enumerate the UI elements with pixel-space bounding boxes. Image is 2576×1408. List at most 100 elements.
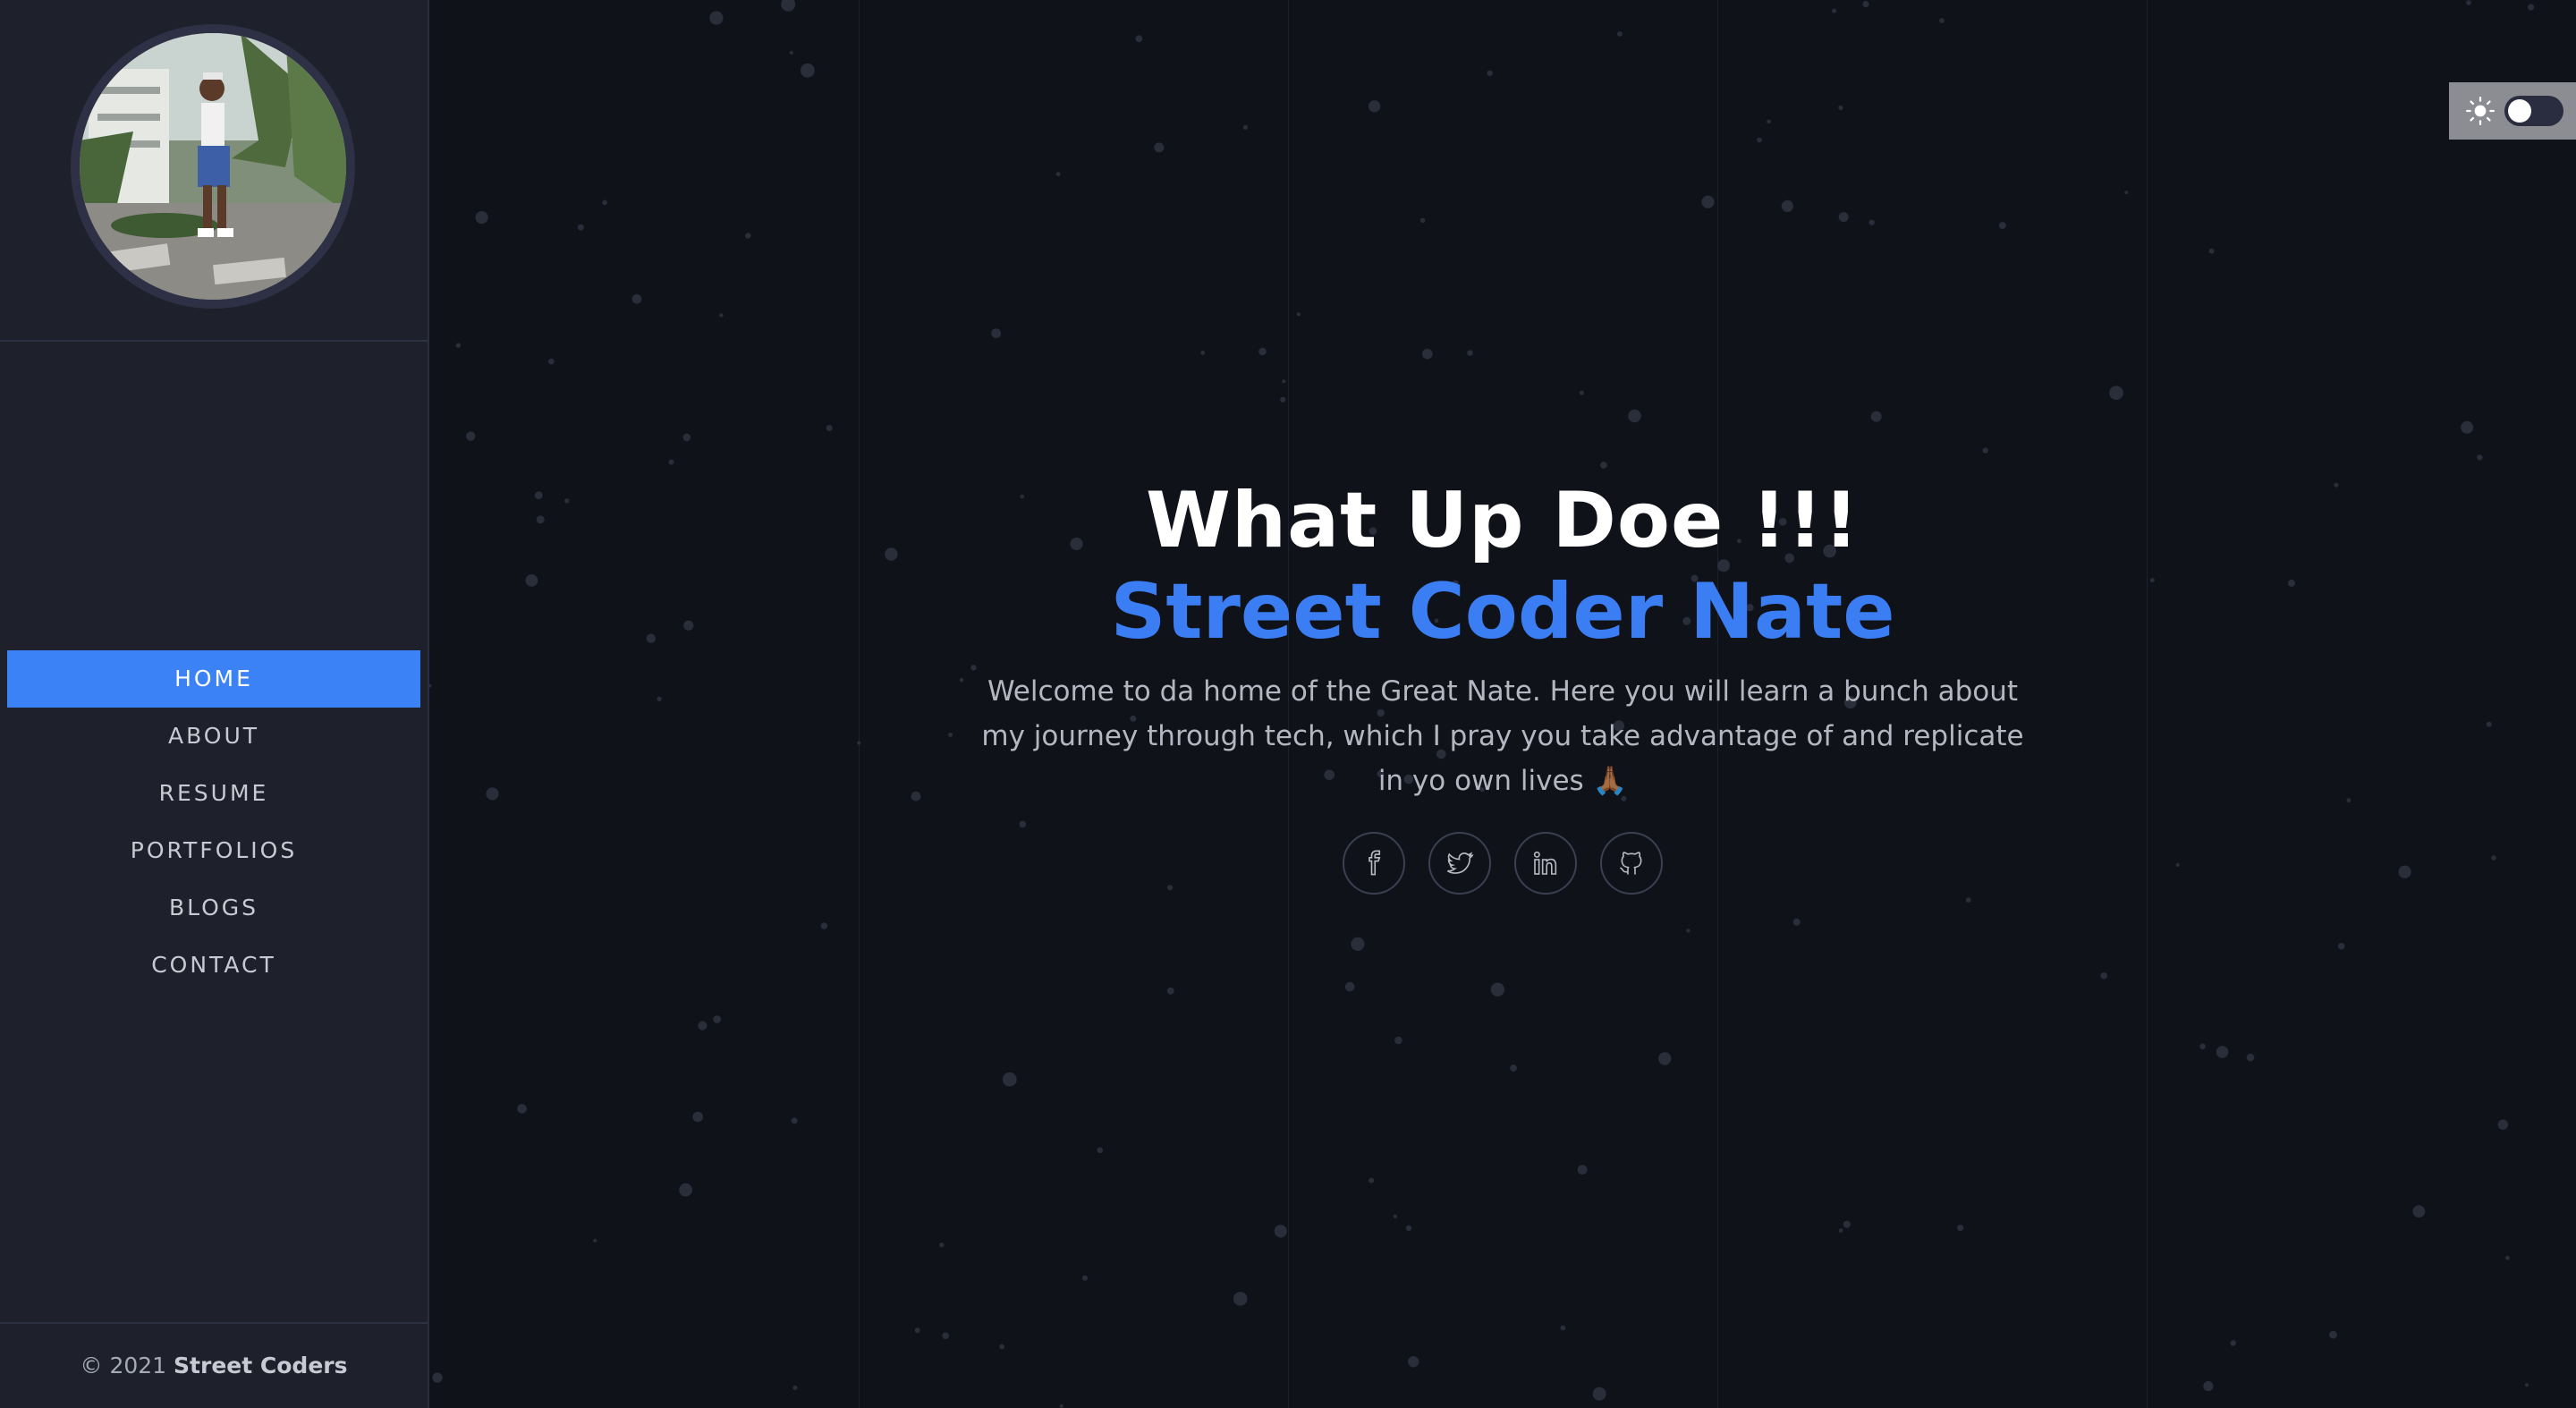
particle-dot (1510, 1064, 1517, 1072)
particle-dot (1154, 142, 1165, 153)
particle-dot (1166, 987, 1174, 995)
particle-dot (1843, 1220, 1851, 1228)
particle-dot (682, 433, 691, 442)
particle-dot (2466, 0, 2471, 5)
particle-dot (1792, 918, 1801, 926)
linkedin-link[interactable] (1514, 832, 1577, 895)
particle-dot (2329, 1330, 2337, 1339)
avatar (71, 24, 355, 309)
particle-dot (1351, 937, 1365, 951)
particle-dot (1368, 100, 1381, 113)
particle-dot (1422, 348, 1433, 360)
sidebar-footer: © 2021 Street Coders (0, 1322, 428, 1408)
particle-dot (631, 293, 642, 304)
footer-brand-link[interactable]: Street Coders (174, 1353, 347, 1378)
particle-dot (1686, 929, 1690, 933)
particle-dot (1757, 137, 1762, 143)
facebook-link[interactable] (1343, 832, 1405, 895)
avatar-section (0, 0, 428, 342)
particle-dot (679, 1183, 692, 1197)
social-links (429, 832, 2576, 895)
sun-icon[interactable] (2465, 96, 2496, 126)
particle-dot (1939, 18, 1945, 23)
particle-dot (475, 211, 488, 225)
particle-dot (792, 1385, 798, 1390)
particle-dot (2497, 1119, 2509, 1130)
particle-dot (1097, 1147, 1104, 1154)
particle-dot (577, 224, 584, 231)
particle-dot (1394, 1036, 1402, 1045)
particle-dot (2203, 1381, 2214, 1392)
particle-dot (2477, 454, 2483, 461)
nav-item-home[interactable]: Home (7, 650, 420, 708)
particle-dot (2230, 1340, 2236, 1346)
particle-dot (1628, 409, 1641, 423)
particle-dot (1998, 222, 2006, 230)
nav-item-about[interactable]: About (7, 708, 420, 765)
particle-dot (1082, 1275, 1088, 1281)
particle-dot (2124, 191, 2129, 195)
particle-dot (801, 63, 815, 78)
github-link[interactable] (1600, 832, 1663, 895)
linkedin-icon (1533, 851, 1557, 875)
particle-dot (1274, 1225, 1287, 1238)
particle-dot (692, 1111, 703, 1123)
particle-dot (2337, 942, 2345, 950)
particle-dot (1592, 1387, 1606, 1401)
particle-dot (2412, 1205, 2426, 1218)
copyright-text: © 2021 (80, 1353, 167, 1378)
particle-dot (2246, 1053, 2255, 1062)
particle-dot (2216, 1046, 2229, 1058)
nav-item-blogs[interactable]: Blogs (7, 879, 420, 937)
particle-dot (789, 50, 793, 55)
particle-dot (1393, 1214, 1398, 1219)
particle-dot (1870, 411, 1882, 422)
particle-dot (1487, 70, 1493, 77)
particle-dot (1868, 219, 1875, 225)
particle-dot (1838, 105, 1843, 111)
particle-dot (1282, 379, 1286, 384)
particle-dot (466, 431, 476, 441)
particle-dot (709, 11, 724, 25)
particle-dot (1838, 1228, 1843, 1234)
particle-dot (1832, 8, 1837, 13)
particle-dot (781, 0, 796, 12)
sidebar-nav: Home About Resume Portfolios Blogs Conta… (7, 650, 420, 994)
particle-dot (991, 328, 1002, 338)
twitter-link[interactable] (1428, 832, 1491, 895)
nav-item-contact[interactable]: Contact (7, 937, 420, 994)
dark-mode-switch[interactable] (2504, 96, 2563, 126)
particle-dot (1002, 1072, 1017, 1087)
particle-dot (939, 1243, 945, 1248)
nav-item-portfolios[interactable]: Portfolios (7, 822, 420, 879)
particle-dot (2100, 972, 2107, 980)
particle-dot (1258, 347, 1267, 356)
particle-dot (1490, 982, 1505, 997)
avatar-photo (80, 33, 346, 300)
particle-dot (1055, 172, 1061, 177)
particle-dot (668, 459, 674, 465)
particle-dot (602, 199, 607, 206)
particle-dot (2109, 386, 2123, 401)
particle-dot (791, 1117, 798, 1124)
particle-dot (432, 1372, 443, 1383)
particle-dot (1467, 350, 1473, 356)
particle-dot (826, 425, 833, 431)
particle-dot (2199, 1043, 2206, 1050)
particle-dot (1296, 312, 1301, 317)
particle-dot (1862, 1, 1869, 8)
particle-dot (1135, 35, 1143, 43)
particle-dot (1577, 1165, 1588, 1175)
particle-dot (2208, 248, 2215, 254)
particle-dot (1838, 212, 1849, 223)
particle-dot (1560, 1325, 1566, 1331)
nav-item-resume[interactable]: Resume (7, 765, 420, 822)
particle-dot (999, 1344, 1004, 1350)
switch-knob (2508, 99, 2531, 123)
particle-dot (914, 1327, 920, 1334)
particle-dot (1781, 199, 1793, 212)
particle-dot (1408, 1356, 1419, 1368)
particle-dot (1957, 1225, 1964, 1232)
particle-dot (517, 1104, 527, 1114)
particle-dot (2528, 4, 2535, 11)
